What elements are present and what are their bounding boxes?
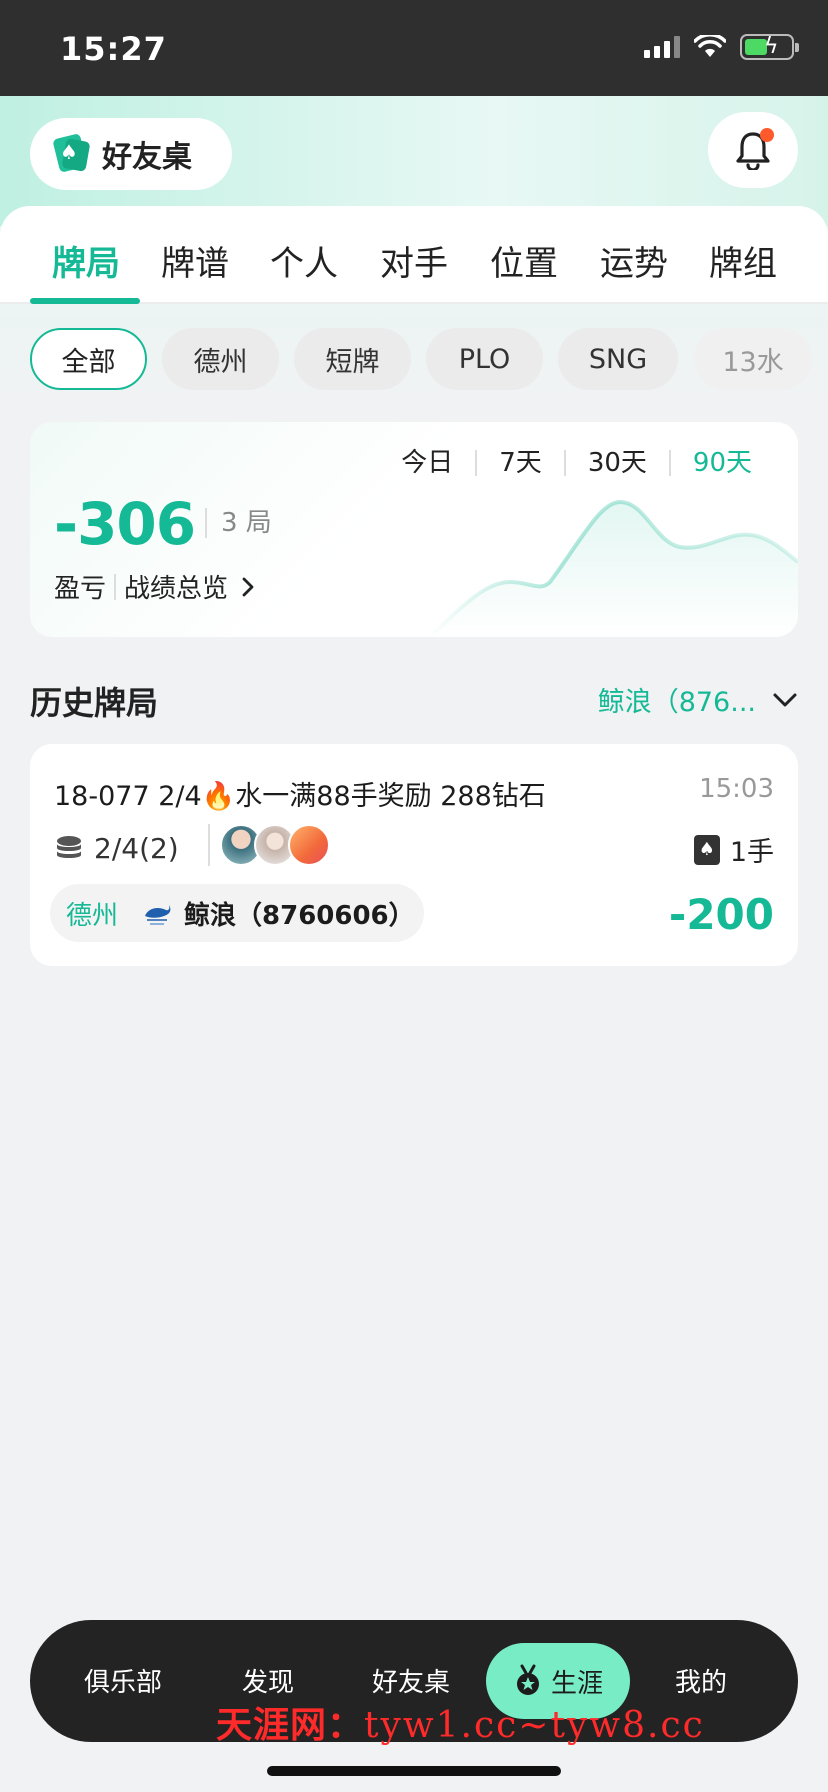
nav-club[interactable]: 俱乐部 — [84, 1662, 162, 1699]
tab-opponents[interactable]: 对手 — [380, 236, 448, 285]
game-record-card[interactable]: 18-077 2/4🔥水一满88手奖励 288钻石 15:03 2/4(2) ♠… — [30, 744, 798, 966]
club-name: 鲸浪（8760606） — [184, 900, 415, 931]
friend-table-label: 好友桌 — [102, 140, 192, 175]
overview-row[interactable]: 盈亏 战绩总览 — [54, 568, 258, 605]
player-avatars — [208, 824, 330, 866]
chevron-down-icon — [773, 693, 797, 706]
record-title: 18-077 2/4🔥水一满88手奖励 288钻石 — [54, 781, 546, 812]
filter-short-deck[interactable]: 短牌 — [294, 328, 411, 390]
main-tabs: 牌局 牌谱 个人 对手 位置 运势 牌组 — [0, 206, 828, 304]
nav-me[interactable]: 我的 — [675, 1662, 727, 1699]
spade-card-icon: ♠ — [693, 834, 720, 865]
status-icons: ϟ — [644, 34, 799, 60]
fire-icon: 🔥 — [201, 781, 236, 812]
summary-card: 今日 7天 30天 90天 -306 3 局 盈亏 战绩总览 — [30, 422, 798, 637]
nav-friend-table[interactable]: 好友桌 — [372, 1662, 450, 1699]
range-30-days[interactable]: 30天 — [563, 450, 669, 476]
club-filter-label: 鲸浪（876... — [597, 687, 756, 718]
record-blinds: 2/4(2) — [54, 832, 179, 865]
time-range-selector: 今日 7天 30天 90天 — [379, 450, 774, 476]
filter-all[interactable]: 全部 — [30, 328, 147, 390]
overview-link[interactable]: 战绩总览 — [124, 568, 228, 605]
status-time: 15:27 — [60, 30, 167, 68]
battery-icon: ϟ — [740, 34, 799, 60]
friend-table-button[interactable]: ♠ 好友桌 — [30, 118, 232, 190]
tab-games[interactable]: 牌局 — [52, 236, 120, 285]
game-count: 3 局 — [205, 508, 272, 538]
record-club-tag: 德州 鲸浪（8760606） — [50, 884, 424, 942]
status-bar: 15:27 ϟ — [0, 0, 828, 96]
chips-stack-icon — [57, 835, 81, 858]
chevron-right-icon — [242, 577, 254, 596]
notification-button[interactable] — [708, 112, 798, 188]
filter-sng[interactable]: SNG — [558, 328, 678, 390]
tab-hand-history[interactable]: 牌谱 — [161, 236, 229, 285]
active-tab-indicator — [30, 298, 140, 304]
avatar — [288, 824, 330, 866]
filter-13-water[interactable]: 13水 — [694, 328, 812, 390]
whale-logo-icon — [145, 905, 171, 925]
wifi-icon — [694, 35, 726, 57]
club-filter-dropdown[interactable]: 鲸浪（876... — [598, 680, 798, 719]
record-hands: ♠ 1手 — [693, 830, 774, 869]
game-type-label: 德州 — [66, 900, 119, 931]
filter-holdem[interactable]: 德州 — [162, 328, 279, 390]
record-time: 15:03 — [699, 774, 774, 804]
nav-career-label: 生涯 — [550, 1668, 603, 1699]
history-title: 历史牌局 — [30, 684, 159, 722]
range-90-days[interactable]: 90天 — [668, 450, 774, 476]
nav-discover[interactable]: 发现 — [242, 1662, 294, 1699]
home-indicator[interactable] — [267, 1766, 561, 1776]
cards-icon: ♠ — [52, 133, 91, 173]
record-result: -200 — [668, 890, 774, 939]
range-7-days[interactable]: 7天 — [475, 450, 564, 476]
notification-dot — [760, 128, 774, 142]
signal-icon — [644, 36, 680, 58]
tab-hand-groups[interactable]: 牌组 — [709, 236, 777, 285]
watermark: 天涯网：tyw1.cc~tyw8.cc — [216, 1705, 705, 1746]
filter-plo[interactable]: PLO — [426, 328, 543, 390]
profit-loss-label: 盈亏 — [54, 574, 107, 604]
profit-loss-value: -306 — [54, 490, 196, 558]
range-today[interactable]: 今日 — [379, 450, 475, 476]
tab-luck[interactable]: 运势 — [600, 236, 668, 285]
game-filter-chips: 全部 德州 短牌 PLO SNG 13水 — [0, 328, 828, 392]
tab-position[interactable]: 位置 — [490, 236, 558, 285]
medal-icon — [516, 1664, 539, 1695]
tab-personal[interactable]: 个人 — [270, 236, 338, 285]
